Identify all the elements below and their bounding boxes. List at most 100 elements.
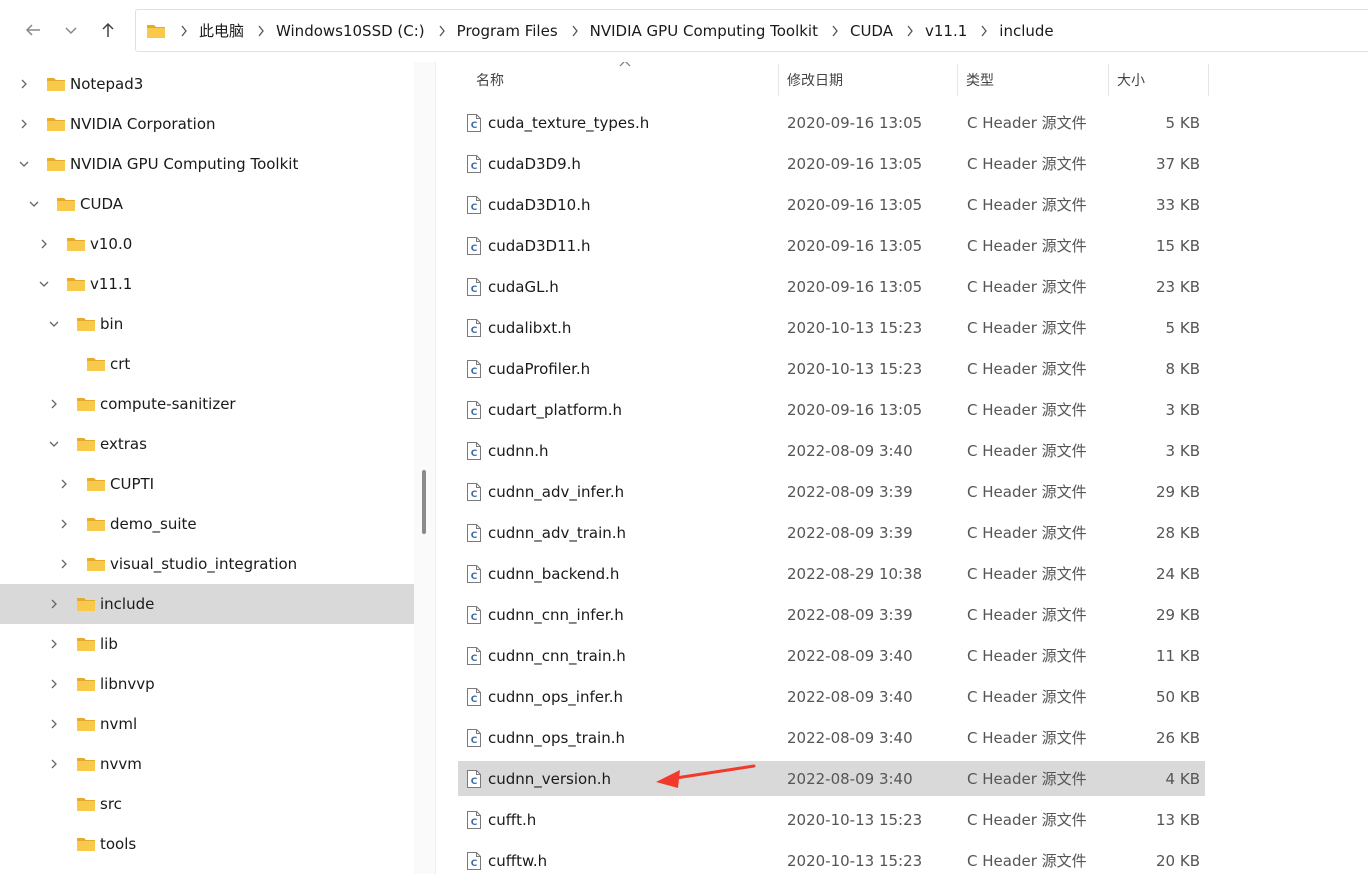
tree-item-v11-1[interactable]: v11.1	[0, 264, 414, 304]
chevron-right-icon[interactable]	[48, 678, 60, 690]
column-header-size[interactable]: 大小	[1117, 62, 1145, 98]
file-row[interactable]: Ccudnn_ops_infer.h 2022-08-09 3:40 C Heade…	[458, 679, 1205, 714]
back-button[interactable]	[18, 14, 48, 46]
chevron-right-icon[interactable]	[831, 25, 839, 37]
breadcrumb-item[interactable]: Program Files	[425, 22, 558, 40]
tree-item-nvvm[interactable]: nvvm	[0, 744, 414, 784]
file-row[interactable]: Ccudnn_cnn_train.h 2022-08-09 3:40 C Heade…	[458, 638, 1205, 673]
chevron-right-icon[interactable]	[58, 558, 70, 570]
file-row[interactable]: CcudaD3D10.h 2020-09-16 13:05 C Header 源文件…	[458, 187, 1205, 222]
tree-item-nvml[interactable]: nvml	[0, 704, 414, 744]
chevron-down-icon[interactable]	[48, 438, 60, 450]
tree-item-demo-suite[interactable]: demo_suite	[0, 504, 414, 544]
file-row[interactable]: Ccudnn.h 2022-08-09 3:40 C Header 源文件 3 KB	[458, 433, 1205, 468]
file-row[interactable]: Ccudalibxt.h 2020-10-13 15:23 C Header 源文件…	[458, 310, 1205, 345]
file-type: C Header 源文件	[967, 688, 1087, 706]
file-type: C Header 源文件	[967, 401, 1087, 419]
breadcrumb-item[interactable]: include	[967, 21, 1054, 40]
chevron-right-icon[interactable]	[571, 25, 579, 37]
chevron-right-icon[interactable]	[980, 25, 988, 37]
tree-item-bin[interactable]: bin	[0, 304, 414, 344]
tree-item-nvidia-corporation[interactable]: NVIDIA Corporation	[0, 104, 414, 144]
up-button[interactable]	[93, 14, 123, 46]
file-name: cudalibxt.h	[488, 318, 572, 337]
file-name: cudaProfiler.h	[488, 359, 591, 378]
tree-item-libnvvp[interactable]: libnvvp	[0, 664, 414, 704]
column-separator[interactable]	[1108, 64, 1109, 96]
tree-item-nvidia-gpu-computing-toolkit[interactable]: NVIDIA GPU Computing Toolkit	[0, 144, 414, 184]
breadcrumb-item[interactable]: 此电脑	[180, 20, 244, 41]
chevron-right-icon[interactable]	[48, 758, 60, 770]
tree-item-tools[interactable]: tools	[0, 824, 414, 864]
chevron-right-icon[interactable]	[257, 25, 265, 37]
column-header-type[interactable]: 类型	[966, 62, 994, 98]
chevron-right-icon[interactable]	[18, 78, 30, 90]
breadcrumb-item[interactable]: CUDA	[818, 22, 893, 40]
svg-text:C: C	[471, 818, 478, 828]
chevron-right-icon[interactable]	[18, 118, 30, 130]
chevron-right-icon[interactable]	[438, 25, 446, 37]
file-modified-date: 2022-08-09 3:39	[787, 482, 913, 501]
column-header-date[interactable]: 修改日期	[787, 62, 843, 98]
file-modified-date: 2020-10-13 15:23	[787, 810, 923, 829]
recent-locations-button[interactable]	[56, 14, 86, 46]
column-header-name[interactable]: 名称	[476, 62, 504, 98]
tree-item-src[interactable]: src	[0, 784, 414, 824]
column-separator[interactable]	[957, 64, 958, 96]
breadcrumb-label: include	[999, 21, 1054, 40]
chevron-right-icon[interactable]	[48, 718, 60, 730]
column-separator[interactable]	[778, 64, 779, 96]
chevron-down-icon[interactable]	[18, 158, 30, 170]
chevron-right-icon[interactable]	[48, 638, 60, 650]
file-row[interactable]: Ccudnn_cnn_infer.h 2022-08-09 3:39 C Heade…	[458, 597, 1205, 632]
file-row[interactable]: CcudaD3D11.h 2020-09-16 13:05 C Header 源文件…	[458, 228, 1205, 263]
column-separator[interactable]	[1208, 64, 1209, 96]
tree-item-extras[interactable]: extras	[0, 424, 414, 464]
file-row[interactable]: CcudaGL.h 2020-09-16 13:05 C Header 源文件 23 …	[458, 269, 1205, 304]
file-name: cudaD3D9.h	[488, 154, 581, 173]
chevron-down-icon[interactable]	[38, 278, 50, 290]
svg-text:C: C	[471, 121, 478, 131]
breadcrumb-item[interactable]: NVIDIA GPU Computing Toolkit	[558, 22, 818, 40]
chevron-right-icon[interactable]	[58, 518, 70, 530]
tree-item-compute-sanitizer[interactable]: compute-sanitizer	[0, 384, 414, 424]
chevron-right-icon[interactable]	[48, 398, 60, 410]
tree-item-crt[interactable]: crt	[0, 344, 414, 384]
file-type: C Header 源文件	[967, 606, 1087, 624]
chevron-right-icon[interactable]	[48, 598, 60, 610]
file-row[interactable]: CcudaD3D9.h 2020-09-16 13:05 C Header 源文件 3…	[458, 146, 1205, 181]
file-row[interactable]: Ccudnn_adv_infer.h 2022-08-09 3:39 C Heade…	[458, 474, 1205, 509]
breadcrumb-item[interactable]: Windows10SSD (C:)	[244, 22, 425, 40]
file-row[interactable]: CcudaProfiler.h 2020-10-13 15:23 C Header …	[458, 351, 1205, 386]
file-row[interactable]: Ccudart_platform.h 2020-09-16 13:05 C Head…	[458, 392, 1205, 427]
tree-item-v10-0[interactable]: v10.0	[0, 224, 414, 264]
tree-item-include[interactable]: include	[0, 584, 414, 624]
file-row[interactable]: Ccudnn_ops_train.h 2022-08-09 3:40 C Heade…	[458, 720, 1205, 755]
file-row[interactable]: Ccudnn_version.h 2022-08-09 3:40 C Header …	[458, 761, 1205, 796]
tree-item-notepad3[interactable]: Notepad3	[0, 64, 414, 104]
file-row[interactable]: Ccufft.h 2020-10-13 15:23 C Header 源文件 13 K…	[458, 802, 1205, 837]
svg-text:C: C	[471, 244, 478, 254]
file-row[interactable]: Ccufftw.h 2020-10-13 15:23 C Header 源文件 20 …	[458, 843, 1205, 874]
breadcrumb-item[interactable]: v11.1	[893, 22, 967, 40]
column-header-size-label: 大小	[1117, 73, 1145, 89]
folder-icon	[87, 358, 105, 371]
chevron-right-icon[interactable]	[906, 25, 914, 37]
tree-item-cupti[interactable]: CUPTI	[0, 464, 414, 504]
chevron-right-icon[interactable]	[58, 478, 70, 490]
tree-item-lib[interactable]: lib	[0, 624, 414, 664]
chevron-right-icon[interactable]	[180, 25, 188, 37]
chevron-down-icon[interactable]	[48, 318, 60, 330]
file-row[interactable]: Ccudnn_backend.h 2022-08-29 10:38 C Header…	[458, 556, 1205, 591]
address-bar[interactable]: 此电脑 Windows10SSD (C:) Program Files NVIDIA …	[135, 9, 1368, 52]
navigation-pane-scrollbar[interactable]	[422, 470, 426, 534]
c-header-file-icon: C	[467, 237, 481, 255]
tree-item-cuda[interactable]: CUDA	[0, 184, 414, 224]
tree-item-visual-studio-integration[interactable]: visual_studio_integration	[0, 544, 414, 584]
tree-item-label: CUPTI	[110, 475, 155, 493]
file-row[interactable]: Ccudnn_adv_train.h 2022-08-09 3:39 C Heade…	[458, 515, 1205, 550]
chevron-down-icon[interactable]	[28, 198, 40, 210]
chevron-right-icon[interactable]	[38, 238, 50, 250]
file-row[interactable]: Ccuda_texture_types.h 2020-09-16 13:05 C H…	[458, 105, 1205, 140]
tree-item-label: NVIDIA Corporation	[70, 115, 216, 133]
